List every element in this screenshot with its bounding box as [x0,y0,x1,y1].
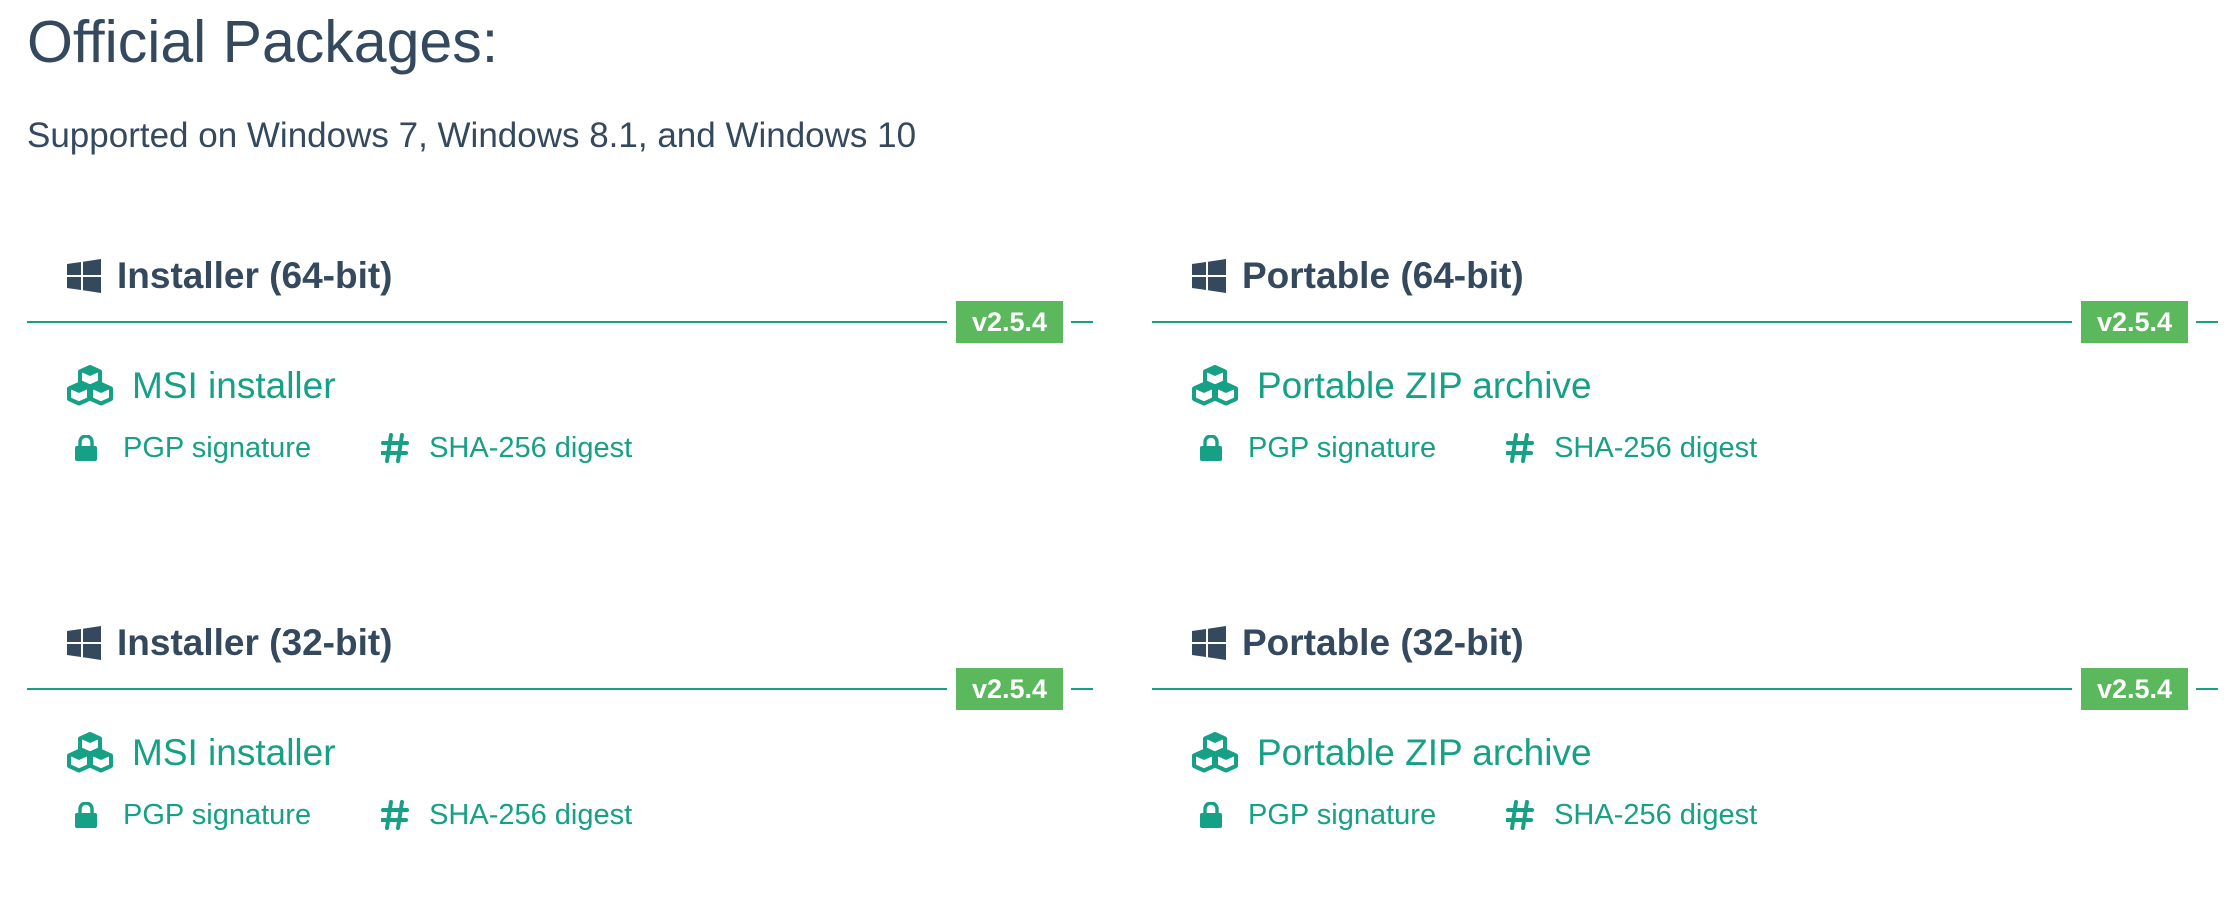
package-portable-32: Portable (32-bit) v2.5.4 Portable ZIP ar… [1152,615,2218,855]
cubes-icon [1192,732,1238,773]
lock-icon [1200,435,1222,461]
pgp-signature-label: PGP signature [1248,431,1437,464]
page-title: Official Packages: [27,9,499,75]
sha256-digest-link[interactable]: SHA-256 digest [381,799,632,832]
package-header: Installer (64-bit) [67,248,393,304]
package-installer-32: Installer (32-bit) v2.5.4 MSI installer [27,615,1093,855]
version-badge: v2.5.4 [956,668,1063,710]
sha256-digest-link[interactable]: SHA-256 digest [1506,799,1757,832]
package-portable-64: Portable (64-bit) v2.5.4 Portable ZIP ar… [1152,248,2218,488]
version-divider: v2.5.4 [1152,668,2218,710]
verification-links: PGP signature SHA-256 digest [1200,428,1827,468]
lock-icon [1200,802,1222,828]
version-badge: v2.5.4 [2081,301,2188,343]
windows-icon [67,259,101,293]
package-title: Installer (64-bit) [117,255,393,296]
lock-icon [75,802,97,828]
pgp-signature-link[interactable]: PGP signature [75,799,311,832]
package-title: Portable (32-bit) [1242,622,1524,663]
verification-links: PGP signature SHA-256 digest [1200,795,1827,835]
hash-icon [1506,800,1535,830]
package-installer-64: Installer (64-bit) v2.5.4 MSI installer [27,248,1093,488]
main-download-label: Portable ZIP archive [1257,365,1592,406]
main-download-label: MSI installer [132,732,336,773]
divider-line [1152,688,2072,690]
package-header: Installer (32-bit) [67,615,393,671]
main-download-label: MSI installer [132,365,336,406]
pgp-signature-label: PGP signature [123,431,312,464]
pgp-signature-label: PGP signature [123,798,312,831]
divider-line-end [2196,688,2218,690]
sha256-digest-link[interactable]: SHA-256 digest [381,432,632,465]
package-header: Portable (64-bit) [1192,248,1524,304]
windows-icon [1192,626,1226,660]
divider-line [27,321,947,323]
main-download-label: Portable ZIP archive [1257,732,1592,773]
sha256-digest-label: SHA-256 digest [429,431,633,464]
version-divider: v2.5.4 [1152,301,2218,343]
version-divider: v2.5.4 [27,301,1093,343]
version-badge: v2.5.4 [2081,668,2188,710]
msi-installer-link[interactable]: MSI installer [67,356,336,416]
page-subtitle: Supported on Windows 7, Windows 8.1, and… [27,116,917,155]
sha256-digest-label: SHA-256 digest [1554,431,1758,464]
verification-links: PGP signature SHA-256 digest [75,795,702,835]
divider-line-end [2196,321,2218,323]
package-title: Portable (64-bit) [1242,255,1524,296]
divider-line-end [1071,321,1093,323]
pgp-signature-label: PGP signature [1248,798,1437,831]
hash-icon [381,800,410,830]
sha256-digest-label: SHA-256 digest [1554,798,1758,831]
windows-icon [1192,259,1226,293]
verification-links: PGP signature SHA-256 digest [75,428,702,468]
pgp-signature-link[interactable]: PGP signature [1200,799,1436,832]
package-header: Portable (32-bit) [1192,615,1524,671]
windows-icon [67,626,101,660]
msi-installer-link[interactable]: MSI installer [67,723,336,783]
version-divider: v2.5.4 [27,668,1093,710]
version-badge: v2.5.4 [956,301,1063,343]
hash-icon [1506,433,1535,463]
cubes-icon [1192,365,1238,406]
divider-line-end [1071,688,1093,690]
portable-zip-link[interactable]: Portable ZIP archive [1192,356,1592,416]
divider-line [27,688,947,690]
lock-icon [75,435,97,461]
pgp-signature-link[interactable]: PGP signature [75,432,311,465]
hash-icon [381,433,410,463]
cubes-icon [67,365,113,406]
portable-zip-link[interactable]: Portable ZIP archive [1192,723,1592,783]
package-title: Installer (32-bit) [117,622,393,663]
divider-line [1152,321,2072,323]
cubes-icon [67,732,113,773]
sha256-digest-link[interactable]: SHA-256 digest [1506,432,1757,465]
pgp-signature-link[interactable]: PGP signature [1200,432,1436,465]
sha256-digest-label: SHA-256 digest [429,798,633,831]
